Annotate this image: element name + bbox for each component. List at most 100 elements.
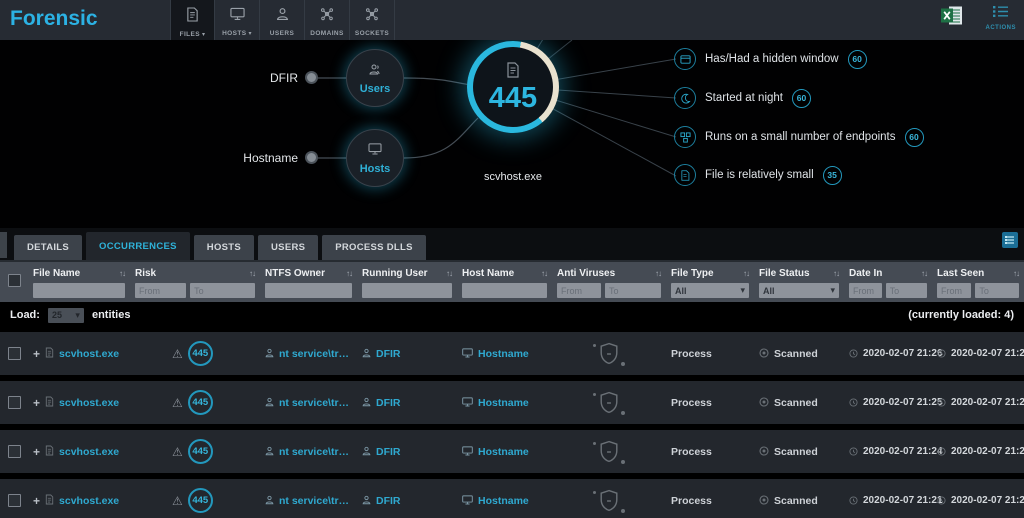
row-checkbox[interactable] bbox=[8, 396, 21, 409]
table-row: + scvhost.exe ⚠ 445 nt service\trustedi.… bbox=[0, 430, 1024, 473]
host-name-link[interactable]: Hostname bbox=[478, 495, 529, 507]
users-group-node[interactable]: Users bbox=[346, 49, 404, 107]
sort-icon[interactable]: ↑↓ bbox=[446, 269, 452, 278]
file-icon bbox=[506, 62, 520, 84]
clock-icon bbox=[937, 492, 946, 510]
anti-viruses-cell bbox=[552, 439, 666, 465]
file-name-link[interactable]: scvhost.exe bbox=[59, 397, 119, 409]
file-name-link[interactable]: scvhost.exe bbox=[59, 446, 119, 458]
tab-hosts[interactable]: HOSTS bbox=[194, 235, 254, 260]
file-name-link[interactable]: scvhost.exe bbox=[59, 348, 119, 360]
sort-icon[interactable]: ↑↓ bbox=[921, 269, 927, 278]
clock-icon bbox=[849, 394, 858, 412]
risk-score-badge: 445 bbox=[188, 439, 213, 464]
actions-button[interactable]: ACTIONS bbox=[986, 5, 1017, 31]
actions-label: ACTIONS bbox=[986, 25, 1017, 31]
risk-to-input[interactable] bbox=[190, 283, 255, 298]
file-node-label: scvhost.exe bbox=[458, 171, 568, 183]
nav-item-hosts[interactable]: HOSTS▾ bbox=[215, 0, 260, 40]
nav-label: HOSTS bbox=[222, 30, 246, 37]
nav-item-sockets[interactable]: SOCKETS bbox=[350, 0, 395, 40]
nav-item-users[interactable]: USERS bbox=[260, 0, 305, 40]
chevron-down-icon: ▾ bbox=[248, 30, 251, 37]
user-icon bbox=[265, 492, 274, 510]
select-all-checkbox[interactable] bbox=[8, 274, 21, 287]
host-name-filter-input[interactable] bbox=[462, 283, 547, 298]
sort-icon[interactable]: ↑↓ bbox=[743, 269, 749, 278]
ntfs-owner-link[interactable]: nt service\trustedi... bbox=[279, 348, 352, 360]
ntfs-owner-link[interactable]: nt service\trustedi... bbox=[279, 446, 352, 458]
running-user-link[interactable]: DFIR bbox=[376, 446, 401, 458]
indicator-score-badge: 60 bbox=[848, 50, 867, 69]
chevron-down-icon: ▾ bbox=[202, 31, 205, 38]
user-icon bbox=[265, 345, 274, 363]
file-status-select[interactable]: All▾ bbox=[759, 283, 839, 298]
host-leaf-node[interactable] bbox=[305, 151, 318, 164]
sort-icon[interactable]: ↑↓ bbox=[541, 269, 547, 278]
ntfs-owner-filter-input[interactable] bbox=[265, 283, 352, 298]
table-settings-button[interactable] bbox=[1002, 232, 1018, 248]
date-in-cell: 2020-02-07 21:25 bbox=[844, 394, 932, 412]
date-in-to-input[interactable] bbox=[886, 283, 927, 298]
host-name-link[interactable]: Hostname bbox=[478, 397, 529, 409]
risk-from-input[interactable] bbox=[135, 283, 186, 298]
nav-item-domains[interactable]: DOMAINS bbox=[305, 0, 350, 40]
hosts-group-node[interactable]: Hosts bbox=[346, 129, 404, 187]
date-in-from-input[interactable] bbox=[849, 283, 882, 298]
host-name-cell: Hostname bbox=[457, 492, 552, 510]
indicator-small-file: File is relatively small 35 bbox=[674, 164, 842, 186]
date-in-value: 2020-02-07 21:26 bbox=[863, 348, 943, 359]
occurrences-table-body: + scvhost.exe ⚠ 445 nt service\trustedi.… bbox=[0, 328, 1024, 518]
last-seen-from-input[interactable] bbox=[937, 283, 971, 298]
tab-occurrences[interactable]: OCCURRENCES bbox=[86, 232, 190, 260]
last-seen-to-input[interactable] bbox=[975, 283, 1019, 298]
anti-viruses-to-input[interactable] bbox=[605, 283, 661, 298]
sort-icon[interactable]: ↑↓ bbox=[249, 269, 255, 278]
column-label: Last Seen bbox=[937, 268, 984, 279]
expand-row-button[interactable]: + bbox=[33, 397, 40, 409]
tab-users[interactable]: USERS bbox=[258, 235, 318, 260]
tab-strip-decoration bbox=[0, 232, 7, 258]
running-user-link[interactable]: DFIR bbox=[376, 348, 401, 360]
column-label: Date In bbox=[849, 268, 882, 279]
file-name-filter-input[interactable] bbox=[33, 283, 125, 298]
host-name-link[interactable]: Hostname bbox=[478, 348, 529, 360]
column-file-name: File Name↑↓ bbox=[28, 266, 130, 298]
file-type-select[interactable]: All▾ bbox=[671, 283, 749, 298]
sort-icon[interactable]: ↑↓ bbox=[833, 269, 839, 278]
expand-row-button[interactable]: + bbox=[33, 495, 40, 507]
loaded-count-status: (currently loaded: 4) bbox=[908, 309, 1014, 321]
row-checkbox[interactable] bbox=[8, 347, 21, 360]
sort-icon[interactable]: ↑↓ bbox=[346, 269, 352, 278]
sort-icon[interactable]: ↑↓ bbox=[1013, 269, 1019, 278]
ntfs-owner-cell: nt service\trustedi... bbox=[260, 345, 357, 363]
tab-details[interactable]: DETAILS bbox=[14, 235, 82, 260]
running-user-link[interactable]: DFIR bbox=[376, 397, 401, 409]
users-icon bbox=[368, 62, 382, 80]
expand-row-button[interactable]: + bbox=[33, 348, 40, 360]
load-count-select[interactable]: 25▾ bbox=[48, 308, 84, 323]
row-checkbox[interactable] bbox=[8, 494, 21, 507]
running-user-filter-input[interactable] bbox=[362, 283, 452, 298]
tab-process-dlls[interactable]: PROCESS DLLS bbox=[322, 235, 426, 260]
file-name-link[interactable]: scvhost.exe bbox=[59, 495, 119, 507]
file-node[interactable]: 445 bbox=[467, 41, 559, 133]
monitor-icon bbox=[230, 7, 245, 26]
clock-icon bbox=[849, 492, 858, 510]
sort-icon[interactable]: ↑↓ bbox=[655, 269, 661, 278]
clock-icon bbox=[937, 394, 946, 412]
export-excel-button[interactable] bbox=[940, 5, 964, 31]
host-name-link[interactable]: Hostname bbox=[478, 446, 529, 458]
column-label: NTFS Owner bbox=[265, 268, 325, 279]
ntfs-owner-link[interactable]: nt service\trustedi... bbox=[279, 397, 352, 409]
anti-viruses-from-input[interactable] bbox=[557, 283, 601, 298]
row-checkbox[interactable] bbox=[8, 445, 21, 458]
user-leaf-node[interactable] bbox=[305, 71, 318, 84]
running-user-link[interactable]: DFIR bbox=[376, 495, 401, 507]
expand-row-button[interactable]: + bbox=[33, 446, 40, 458]
ntfs-owner-link[interactable]: nt service\trustedi... bbox=[279, 495, 352, 507]
nav-item-files[interactable]: FILES▾ bbox=[170, 0, 215, 40]
network-icon bbox=[365, 7, 379, 26]
date-in-value: 2020-02-07 21:24 bbox=[863, 446, 943, 457]
sort-icon[interactable]: ↑↓ bbox=[119, 269, 125, 278]
